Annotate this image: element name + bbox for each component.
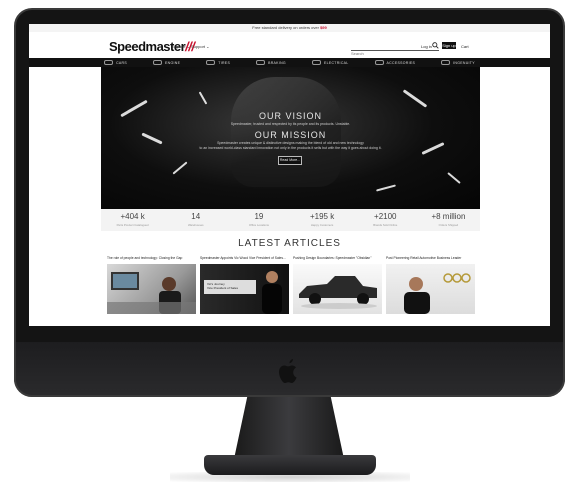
article-image[interactable] (386, 264, 475, 314)
truck-icon (299, 276, 377, 309)
reflection (198, 91, 208, 105)
read-more-button[interactable]: Read More... (278, 156, 302, 165)
hero-banner: OUR VISION Speedmaster, trusted and resp… (101, 67, 480, 209)
promo-bar: Free standard delivery on orders over $9… (29, 24, 550, 32)
vision-title: OUR VISION (258, 111, 322, 121)
article-image[interactable]: Vic's Journey Vice President of Sales (200, 264, 289, 314)
stat-value: +8 million (431, 212, 466, 221)
article-image[interactable] (293, 264, 382, 314)
article-title[interactable]: Speedmaster Appoints Vic Wood Vice Presi… (200, 256, 289, 262)
stat-label: Office Locations (248, 223, 269, 227)
category-cars[interactable]: CARS (104, 60, 127, 65)
category-accessories[interactable]: ACCESSORIES (374, 60, 416, 65)
article-card[interactable]: Pushing Design Boundaries: Speedmaster "… (293, 256, 382, 318)
category-braking[interactable]: BRAKING (256, 60, 286, 65)
category-label: BRAKING (268, 60, 286, 65)
ingenuity-icon (441, 60, 451, 65)
stat-label: Parts Product Catalogued (116, 223, 149, 227)
vision-text: Speedmaster, trusted and respected by it… (230, 122, 351, 126)
article-card[interactable]: Post Pioneering Retail Automotive Busine… (386, 256, 475, 318)
nav-support[interactable]: Support ⌄ (191, 44, 209, 49)
article-overlay: Vic's Journey Vice President of Sales (204, 280, 256, 294)
stat-value: +404 k (120, 212, 145, 221)
website-screen: Free standard delivery on orders over $9… (29, 24, 550, 326)
stat-label: Happy Customers (310, 223, 334, 227)
stat-item: 19 Office Locations (227, 209, 290, 231)
presenter-photo-icon (404, 273, 471, 314)
apple-logo-icon (279, 359, 297, 383)
stat-label: Brands Sold Online (373, 223, 398, 227)
login-link[interactable]: Log in (421, 44, 432, 49)
mission-title: OUR MISSION (254, 130, 327, 140)
stat-item: +2100 Brands Sold Online (354, 209, 417, 231)
category-tires[interactable]: TIRES (206, 60, 230, 65)
nav-explore[interactable]: Explore ⌄ (172, 44, 190, 49)
stat-value: 14 (191, 212, 201, 221)
stats-bar: +404 k Parts Product Catalogued 14 Warehou… (101, 209, 480, 231)
category-ingenuity[interactable]: INGENUITY (441, 60, 475, 65)
stat-label: Orders Shipped (438, 223, 459, 227)
stat-item: +404 k Parts Product Catalogued (101, 209, 164, 231)
reflection (447, 172, 461, 184)
site-header: Speedmaster/// Explore ⌄ Support ⌄ Log i… (29, 32, 550, 58)
articles-grid: The role of people and technology: Closi… (107, 256, 475, 318)
overlay-text: Vice President of Sales (207, 286, 238, 290)
articles-heading: LATEST ARTICLES (238, 238, 341, 249)
category-engine[interactable]: ENGINE (153, 60, 180, 65)
stat-value: +2100 (374, 212, 397, 221)
mission-text-1: Speedmaster creates unique & distinctive… (217, 141, 364, 145)
car-icon (104, 60, 114, 65)
stat-item: +8 million Orders Shipped (417, 209, 480, 231)
mission-text-2: to an increased world-class standard inn… (199, 146, 382, 150)
category-bar: CARS ENGINE TIRES BRAKING ELECTRICAL ACC… (29, 58, 550, 67)
monitor-stand-neck (234, 397, 344, 459)
article-title[interactable]: Pushing Design Boundaries: Speedmaster "… (293, 256, 382, 262)
reflection (376, 184, 396, 192)
article-card[interactable]: The role of people and technology: Closi… (107, 256, 196, 318)
article-card[interactable]: Speedmaster Appoints Vic Wood Vice Presi… (200, 256, 289, 318)
category-label: ACCESSORIES (386, 60, 416, 65)
reflection (172, 161, 188, 175)
category-label: TIRES (218, 60, 231, 65)
search-input[interactable] (351, 49, 421, 58)
accessories-icon (374, 60, 384, 65)
brake-icon (256, 60, 266, 65)
cart-link[interactable]: Cart (461, 44, 469, 49)
person-icon (262, 271, 282, 314)
promo-text: Free standard delivery on orders over (252, 25, 319, 30)
stat-label: Warehouses (187, 223, 204, 227)
tire-icon (206, 60, 216, 65)
category-electrical[interactable]: ELECTRICAL (311, 60, 349, 65)
stat-value: +195 k (309, 212, 335, 221)
stat-item: +195 k Happy Customers (291, 209, 354, 231)
search-icon[interactable] (432, 42, 439, 49)
article-title[interactable]: The role of people and technology: Closi… (107, 256, 196, 262)
category-label: INGENUITY (453, 60, 475, 65)
engine-icon (153, 60, 163, 65)
category-label: ELECTRICAL (323, 60, 349, 65)
electrical-icon (311, 60, 321, 65)
stat-value: 19 (254, 212, 264, 221)
promo-amount: $99 (320, 25, 327, 30)
stat-item: 14 Warehouses (164, 209, 227, 231)
category-label: CARS (116, 60, 128, 65)
signup-button[interactable]: Sign up (442, 42, 456, 49)
article-title[interactable]: Post Pioneering Retail Automotive Busine… (386, 256, 475, 262)
article-image[interactable] (107, 264, 196, 314)
office-photo-icon (107, 272, 196, 314)
reflection (402, 89, 428, 108)
monitor-stand-base (204, 455, 376, 475)
category-label: ENGINE (165, 60, 181, 65)
